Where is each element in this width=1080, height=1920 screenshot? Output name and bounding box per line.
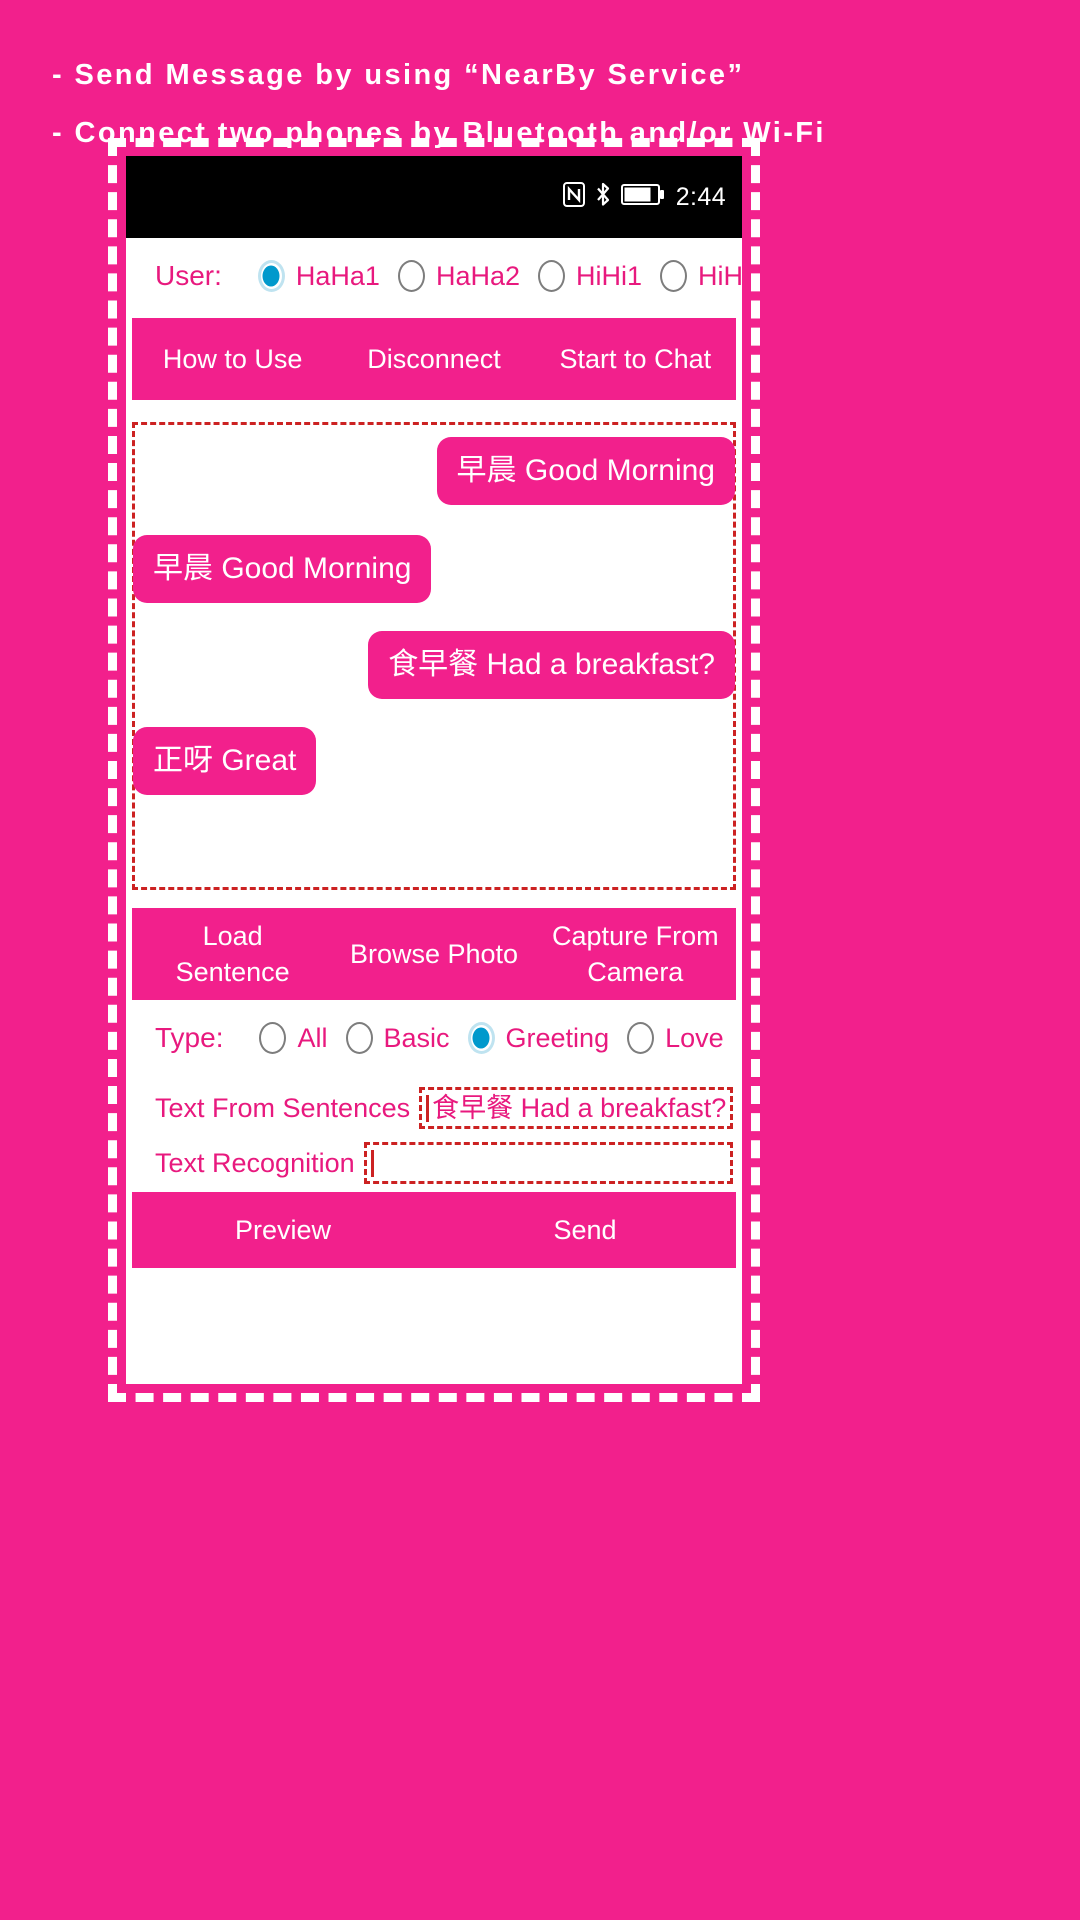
status-bar-time: 2:44: [675, 182, 726, 211]
top-button-bar: How to Use Disconnect Start to Chat: [132, 318, 736, 400]
battery-icon: [620, 183, 665, 211]
chat-row: 正呀 Great: [133, 727, 733, 795]
text-from-sentences-input[interactable]: 食早餐 Had a breakfast?: [419, 1087, 733, 1129]
user-radio-haha1[interactable]: HaHa1: [257, 260, 380, 292]
chat-row: 食早餐 Had a breakfast?: [135, 631, 735, 699]
type-radio-love[interactable]: Love: [627, 1022, 724, 1054]
action-button-bar: Preview Send: [132, 1192, 736, 1268]
user-radio-label: HaHa2: [435, 260, 520, 291]
user-radio-row: User: HaHa1 HaHa2 HiHi1 HiH: [129, 238, 742, 314]
app-body: User: HaHa1 HaHa2 HiHi1 HiH How to Use D…: [126, 238, 742, 1268]
browse-photo-button[interactable]: Browse Photo: [333, 908, 534, 1000]
media-button-bar: Load Sentence Browse Photo Capture From …: [132, 908, 736, 1000]
radio-circle-icon[interactable]: [467, 1022, 495, 1054]
status-bar: 2:44: [126, 156, 742, 238]
text-from-sentences-label: Text From Sentences: [155, 1092, 411, 1123]
type-radio-group: All Basic Greeting Love: [259, 1022, 741, 1054]
radio-circle-icon[interactable]: [627, 1022, 655, 1054]
chat-bubble-outgoing: 早晨 Good Morning: [436, 437, 735, 505]
type-radio-label: Greeting: [505, 1022, 610, 1053]
text-recognition-row: Text Recognition: [129, 1140, 739, 1186]
chat-row: 早晨 Good Morning: [135, 437, 735, 505]
type-radio-label: Basic: [383, 1022, 450, 1053]
text-from-sentences-row: Text From Sentences 食早餐 Had a breakfast?: [129, 1085, 739, 1131]
type-radio-greeting[interactable]: Greeting: [467, 1022, 610, 1054]
chat-bubble-outgoing: 食早餐 Had a breakfast?: [368, 631, 735, 699]
user-radio-haha2[interactable]: HaHa2: [397, 260, 520, 292]
chat-message-area[interactable]: 早晨 Good Morning 早晨 Good Morning 食早餐 Had …: [132, 422, 736, 890]
capture-from-camera-button[interactable]: Capture From Camera: [535, 908, 736, 1000]
how-to-use-button[interactable]: How to Use: [132, 318, 333, 400]
nfc-icon: [562, 182, 585, 212]
chat-spacer: [135, 519, 733, 535]
user-radio-hihi2[interactable]: HiHi2: [660, 260, 742, 292]
radio-circle-icon[interactable]: [345, 1022, 373, 1054]
radio-circle-icon[interactable]: [660, 260, 688, 292]
chat-row: 早晨 Good Morning: [133, 535, 733, 603]
disconnect-button[interactable]: Disconnect: [333, 318, 534, 400]
radio-circle-icon[interactable]: [257, 260, 285, 292]
phone-screen: 2:44 User: HaHa1 HaHa2 HiHi1 HiH How to …: [126, 156, 742, 1384]
chat-bubble-incoming: 早晨 Good Morning: [133, 535, 432, 603]
load-sentence-button[interactable]: Load Sentence: [132, 908, 333, 1000]
user-radio-group: HaHa1 HaHa2 HiHi1 HiHi2: [257, 260, 742, 292]
chat-spacer: [135, 617, 733, 631]
user-radio-label: HiHi1: [576, 260, 643, 291]
start-to-chat-button[interactable]: Start to Chat: [535, 318, 736, 400]
bluetooth-icon: [594, 181, 612, 213]
type-row-label: Type:: [155, 1022, 224, 1053]
text-caret-icon: [370, 1149, 374, 1177]
text-recognition-label: Text Recognition: [155, 1147, 355, 1178]
phone-dashed-outline: 2:44 User: HaHa1 HaHa2 HiHi1 HiH How to …: [108, 138, 760, 1402]
type-radio-basic[interactable]: Basic: [345, 1022, 450, 1054]
user-row-label: User:: [155, 260, 222, 291]
radio-circle-icon[interactable]: [538, 260, 565, 292]
type-radio-label: Love: [665, 1022, 724, 1053]
type-radio-row: Type: All Basic Greeting Love: [129, 1000, 739, 1076]
text-recognition-input[interactable]: [363, 1142, 733, 1184]
radio-circle-icon[interactable]: [397, 260, 425, 292]
radio-circle-icon[interactable]: [259, 1022, 287, 1054]
type-radio-all[interactable]: All: [259, 1022, 328, 1054]
preview-button[interactable]: Preview: [132, 1192, 434, 1268]
chat-bubble-incoming: 正呀 Great: [133, 727, 317, 795]
send-button[interactable]: Send: [434, 1192, 736, 1268]
text-from-sentences-value: 食早餐 Had a breakfast?: [432, 1093, 727, 1123]
user-radio-label: HiHi2: [698, 260, 742, 291]
header-note-line-1: - Send Message by using “NearBy Service”: [52, 59, 745, 91]
chat-spacer: [135, 713, 733, 727]
user-radio-hihi1[interactable]: HiHi1: [538, 260, 642, 292]
user-radio-label: HaHa1: [295, 260, 380, 291]
text-caret-icon: [426, 1094, 430, 1122]
type-radio-label: All: [297, 1022, 328, 1053]
